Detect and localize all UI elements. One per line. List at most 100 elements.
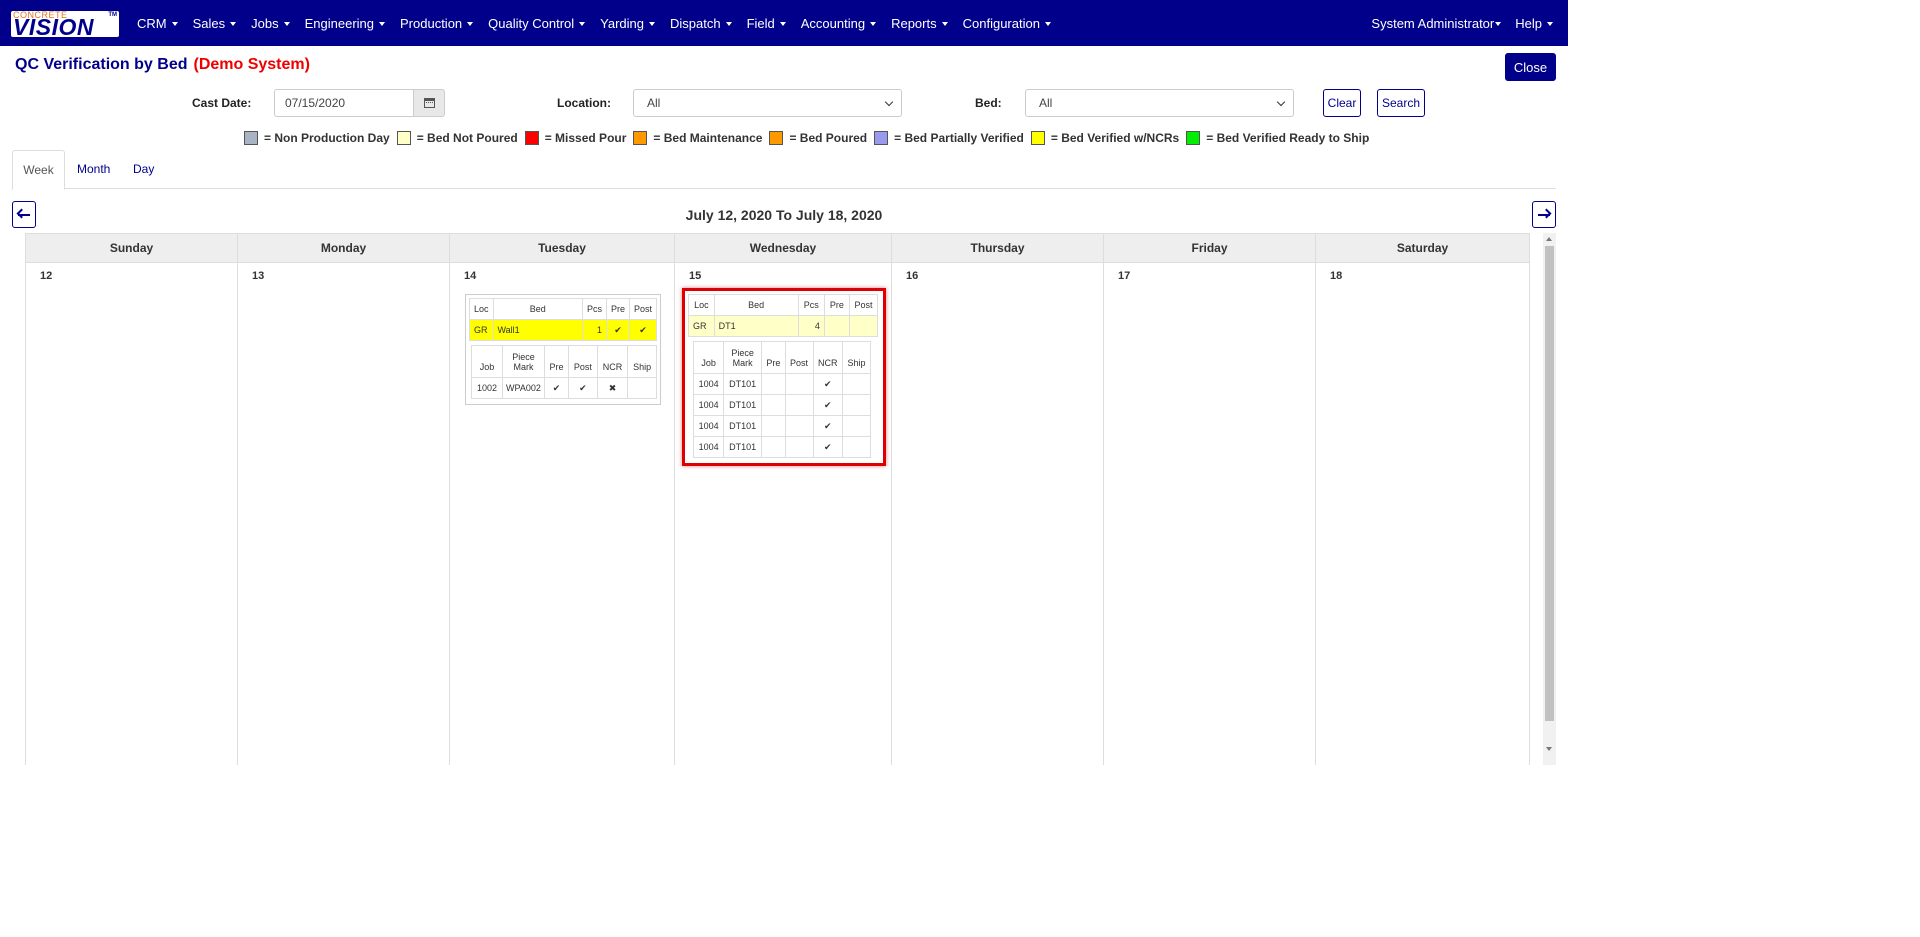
legend-swatch [874, 131, 889, 145]
legend-item: = Bed Not Poured [396, 131, 518, 145]
nav-engineering[interactable]: Engineering [305, 16, 385, 31]
bed-card-wednesday[interactable]: Loc Bed Pcs Pre Post GR DT1 4 Job Piece … [682, 288, 886, 466]
piece-mark: DT101 [723, 415, 763, 437]
scroll-up-icon[interactable] [1546, 237, 1552, 241]
caret-down-icon [870, 22, 877, 27]
piece-job: 1004 [692, 415, 725, 437]
bed-card-tuesday[interactable]: Loc Bed Pcs Pre Post GR Wall1 1 ✔ ✔ Job [465, 294, 661, 405]
legend-swatch [1030, 131, 1045, 145]
clear-button[interactable]: Clear [1323, 89, 1361, 117]
legend-item: = Bed Poured [769, 131, 867, 145]
piece-row[interactable]: 1004 DT101 ✔ [692, 415, 871, 437]
piece-table: Job Piece Mark Pre Post NCR Ship 1004 DT… [692, 341, 871, 458]
week-calendar: Sunday 12 Monday 13 Tuesday 14 Loc Bed P… [25, 233, 1530, 765]
piece-ship [842, 436, 871, 458]
piece-ship [627, 377, 657, 399]
tab-day[interactable]: Day [133, 150, 154, 189]
bed-row[interactable]: GR DT1 4 [688, 315, 878, 337]
piece-pre [761, 394, 786, 416]
piece-row[interactable]: 1004 DT101 ✔ [692, 373, 871, 395]
check-icon: ✔ [812, 373, 844, 395]
bed-loc: GR [688, 315, 715, 337]
piece-job: 1004 [692, 394, 725, 416]
x-icon: ✖ [596, 377, 629, 399]
bed-pre [823, 315, 851, 337]
user-menu[interactable]: System Administrator [1371, 16, 1502, 31]
next-week-button[interactable] [1532, 201, 1556, 228]
day-header: Tuesday [450, 233, 674, 263]
piece-row[interactable]: 1004 DT101 ✔ [692, 436, 871, 458]
cast-date-input[interactable]: 07/15/2020 [274, 89, 414, 117]
nav-jobs[interactable]: Jobs [251, 16, 290, 31]
col-piece-mark: Piece Mark [723, 341, 763, 374]
check-icon: ✔ [812, 394, 844, 416]
piece-row[interactable]: 1002 WPA002 ✔ ✔ ✖ [470, 377, 657, 399]
caret-down-icon [171, 22, 178, 27]
nav-sales[interactable]: Sales [193, 16, 237, 31]
piece-mark: DT101 [723, 373, 763, 395]
nav-field[interactable]: Field [747, 16, 786, 31]
piece-job: 1002 [470, 377, 504, 399]
demo-system-label: (Demo System) [193, 56, 310, 73]
nav-yarding[interactable]: Yarding [600, 16, 655, 31]
legend-item: = Missed Pour [524, 131, 626, 145]
tab-week[interactable]: Week [12, 150, 65, 190]
caret-down-icon [283, 22, 290, 27]
day-column-thursday[interactable]: Thursday 16 [892, 233, 1104, 765]
col-loc: Loc [688, 294, 715, 316]
chevron-down-icon [1276, 97, 1286, 107]
col-ship: Ship [842, 341, 871, 374]
calendar-picker-button[interactable] [413, 89, 445, 117]
nav-production[interactable]: Production [400, 16, 474, 31]
day-column-monday[interactable]: Monday 13 [238, 233, 450, 765]
col-pcs: Pcs [581, 298, 607, 320]
day-header: Friday [1104, 233, 1315, 263]
main-menu: CRM Sales Jobs Engineering Production Qu… [137, 0, 1066, 46]
legend-swatch [769, 131, 784, 145]
piece-post [784, 373, 814, 395]
legend-item: = Bed Partially Verified [874, 131, 1024, 145]
day-column-sunday[interactable]: Sunday 12 [26, 233, 238, 765]
piece-mark: DT101 [723, 394, 763, 416]
tab-month[interactable]: Month [77, 150, 110, 189]
nav-crm[interactable]: CRM [137, 16, 178, 31]
col-ncr: NCR [812, 341, 844, 374]
close-button[interactable]: Close [1505, 53, 1556, 81]
bed-row[interactable]: GR Wall1 1 ✔ ✔ [469, 319, 658, 341]
day-column-wednesday[interactable]: Wednesday 15 Loc Bed Pcs Pre Post GR DT1… [675, 233, 892, 765]
check-icon: ✔ [543, 377, 570, 399]
help-menu[interactable]: Help [1515, 16, 1553, 31]
bed-select-value: All [1039, 96, 1053, 110]
col-bed: Bed [713, 294, 799, 316]
bed-label: Bed: [975, 96, 1002, 110]
col-ship: Ship [627, 345, 657, 378]
legend-swatch [633, 131, 648, 145]
day-column-friday[interactable]: Friday 17 [1104, 233, 1316, 765]
nav-dispatch[interactable]: Dispatch [670, 16, 732, 31]
location-select[interactable]: All [633, 89, 902, 117]
day-header: Wednesday [675, 233, 891, 263]
nav-configuration[interactable]: Configuration [963, 16, 1051, 31]
piece-row[interactable]: 1004 DT101 ✔ [692, 394, 871, 416]
caret-down-icon [648, 22, 655, 27]
piece-job: 1004 [692, 436, 725, 458]
nav-reports[interactable]: Reports [891, 16, 948, 31]
bed-select[interactable]: All [1025, 89, 1294, 117]
scroll-down-icon[interactable] [1546, 747, 1552, 751]
nav-accounting[interactable]: Accounting [801, 16, 877, 31]
check-icon: ✔ [628, 319, 658, 341]
day-number: 16 [906, 270, 919, 282]
bed-post [849, 315, 878, 337]
search-button[interactable]: Search [1377, 89, 1425, 117]
scrollbar-thumb[interactable] [1545, 246, 1554, 721]
day-number: 13 [252, 270, 265, 282]
vertical-scrollbar[interactable] [1543, 233, 1556, 765]
cast-date-label: Cast Date: [192, 96, 252, 110]
day-column-tuesday[interactable]: Tuesday 14 Loc Bed Pcs Pre Post GR Wall1… [450, 233, 675, 765]
day-header: Sunday [26, 233, 237, 263]
caret-down-icon [579, 22, 586, 27]
day-column-saturday[interactable]: Saturday 18 [1316, 233, 1530, 765]
caret-down-icon [1044, 22, 1051, 27]
concrete-vision-logo[interactable]: CONCRETE VISION TM [11, 11, 119, 37]
nav-quality-control[interactable]: Quality Control [488, 16, 586, 31]
